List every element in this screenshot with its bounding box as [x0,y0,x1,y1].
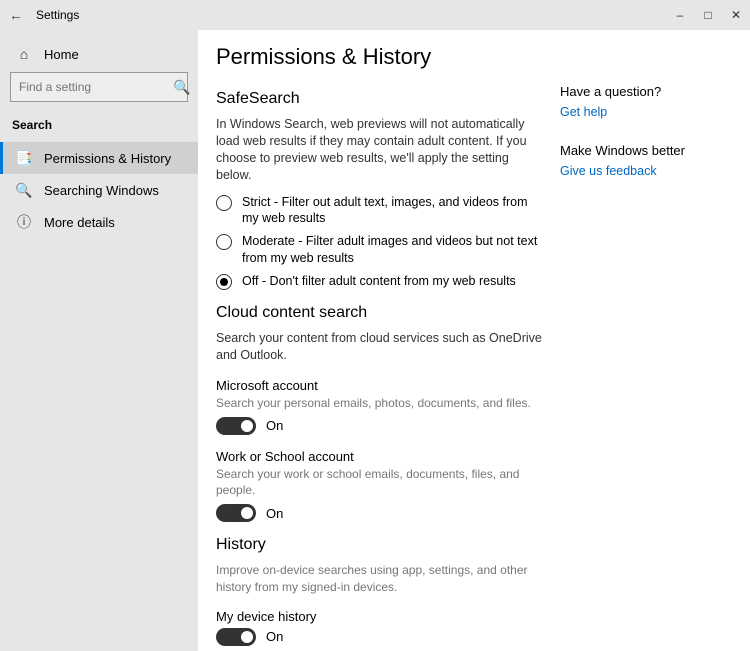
history-desc: Improve on-device searches using app, se… [216,562,542,594]
radio-label: Strict - Filter out adult text, images, … [242,194,542,228]
sidebar-item-searching-windows[interactable]: 🔍 Searching Windows [0,174,198,206]
content: Permissions & History SafeSearch In Wind… [198,30,560,651]
radio-off[interactable] [216,274,232,290]
maximize-button[interactable]: □ [694,0,722,30]
sidebar-item-more-details[interactable]: ⓘ More details [0,206,198,238]
safesearch-desc: In Windows Search, web previews will not… [216,116,542,184]
page-title: Permissions & History [216,44,542,70]
sidebar-item-label: Permissions & History [44,151,171,166]
msa-head: Microsoft account [216,378,542,393]
find-setting-box[interactable]: 🔍 [10,72,188,102]
toggle-label: On [266,418,283,433]
toggle-label: On [266,506,283,521]
wsa-head: Work or School account [216,449,542,464]
wsa-toggle[interactable] [216,504,256,522]
wsa-desc: Search your work or school emails, docum… [216,466,542,498]
minimize-button[interactable]: – [666,0,694,30]
safesearch-moderate[interactable]: Moderate - Filter adult images and video… [216,233,542,267]
have-question: Have a question? [560,84,736,99]
permissions-icon: 📑 [16,150,32,166]
home-nav[interactable]: ⌂ Home [0,38,198,70]
sidebar-item-permissions-history[interactable]: 📑 Permissions & History [0,142,198,174]
titlebar: ← Settings – □ ✕ [0,0,750,30]
radio-label: Moderate - Filter adult images and video… [242,233,542,267]
sidebar: ⌂ Home 🔍 Search 📑 Permissions & History … [0,30,198,651]
info-icon: ⓘ [16,214,32,230]
make-windows-better: Make Windows better [560,143,736,158]
search-input[interactable] [19,80,174,94]
safesearch-strict[interactable]: Strict - Filter out adult text, images, … [216,194,542,228]
window-title: Settings [36,8,79,22]
search-icon: 🔍 [174,79,190,95]
radio-moderate[interactable] [216,234,232,250]
sidebar-item-label: Searching Windows [44,183,159,198]
help-panel: Have a question? Get help Make Windows b… [560,30,750,651]
history-heading: History [216,536,542,554]
back-button[interactable]: ← [0,7,32,23]
close-button[interactable]: ✕ [722,0,750,30]
search-windows-icon: 🔍 [16,182,32,198]
safesearch-heading: SafeSearch [216,90,542,108]
msa-desc: Search your personal emails, photos, doc… [216,395,542,411]
toggle-label: On [266,629,283,644]
radio-label: Off - Don't filter adult content from my… [242,273,516,290]
device-history-toggle[interactable] [216,628,256,646]
device-history-head: My device history [216,609,542,624]
msa-toggle[interactable] [216,417,256,435]
sidebar-item-label: More details [44,215,115,230]
cloud-desc: Search your content from cloud services … [216,330,542,364]
home-label: Home [44,47,79,62]
get-help-link[interactable]: Get help [560,105,736,119]
cloud-heading: Cloud content search [216,304,542,322]
safesearch-off[interactable]: Off - Don't filter adult content from my… [216,273,542,290]
section-label: Search [0,112,198,142]
home-icon: ⌂ [16,46,32,62]
radio-strict[interactable] [216,195,232,211]
feedback-link[interactable]: Give us feedback [560,164,736,178]
